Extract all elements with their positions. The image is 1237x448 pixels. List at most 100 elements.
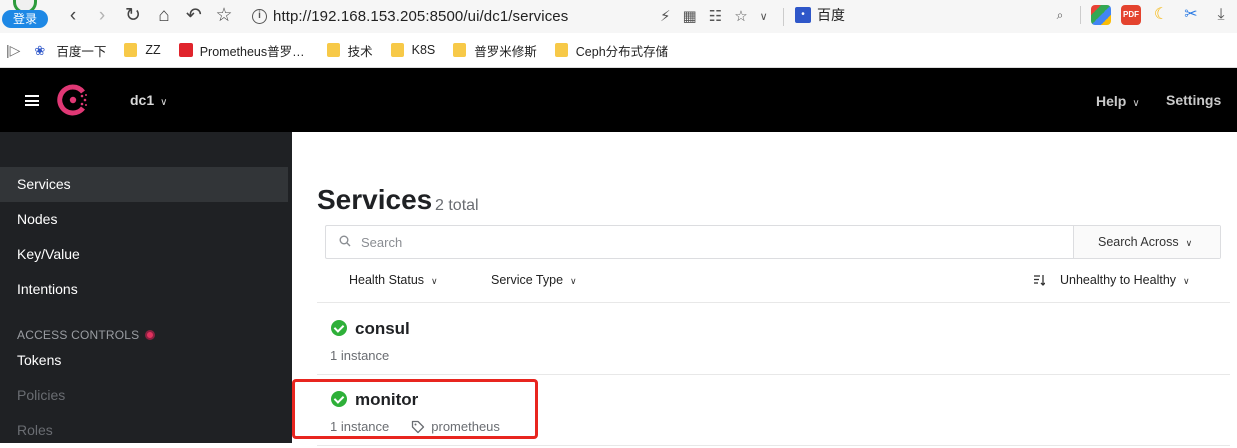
- apps-grid-icon[interactable]: [1091, 5, 1111, 25]
- search-engine-selector[interactable]: • 百度: [795, 5, 845, 25]
- sort-label: Unhealthy to Healthy: [1060, 273, 1177, 287]
- sidebar-item-key-value[interactable]: Key/Value: [0, 237, 288, 272]
- search-bar: Search Across ∨: [325, 225, 1221, 259]
- help-menu[interactable]: Help ∨: [1096, 93, 1140, 109]
- sidebar-item-tokens[interactable]: Tokens: [0, 343, 288, 378]
- folder-icon: [124, 43, 138, 57]
- site-info-icon[interactable]: i: [252, 8, 267, 24]
- filter-label: Service Type: [491, 273, 564, 287]
- chevron-down-icon[interactable]: ∨: [760, 10, 768, 23]
- chevron-down-icon: ∨: [431, 276, 438, 286]
- sidebar-toggle-icon[interactable]: |▷: [6, 42, 20, 59]
- folder-icon: [453, 43, 467, 57]
- passing-check-icon: [331, 391, 347, 407]
- paw-icon: ❀: [34, 42, 46, 58]
- browser-toolbar: 登录 ‹ › ↻ ⌂ ↶ ☆ i http://192.168.153.205:…: [0, 0, 1237, 33]
- help-label: Help: [1096, 93, 1127, 109]
- search-input[interactable]: [326, 226, 1073, 258]
- search-icon: [339, 235, 351, 247]
- chevron-down-icon: ∨: [1185, 238, 1193, 248]
- chevron-down-icon: ∨: [570, 276, 577, 286]
- service-type-filter[interactable]: Service Type ∨: [491, 273, 577, 287]
- health-status-filter[interactable]: Health Status ∨: [349, 273, 438, 287]
- favorite-star-icon[interactable]: ☆: [734, 7, 747, 25]
- bookmark-item[interactable]: ZZ: [124, 43, 161, 57]
- app-header: dc1 ∨ Help ∨ Settings: [0, 68, 1237, 132]
- sidebar: Services Nodes Key/Value Intentions ACCE…: [0, 132, 292, 443]
- service-meta: 1 instance prometheus: [330, 419, 500, 434]
- home-icon[interactable]: ⌂: [153, 5, 175, 27]
- bookmark-label: 普罗米修斯: [474, 44, 537, 59]
- filter-bar: Health Status ∨ Service Type ∨ Unhealthy t…: [317, 259, 1230, 303]
- qr-code-icon[interactable]: ▦: [683, 7, 697, 25]
- instance-count: 1 instance: [330, 348, 390, 363]
- service-name[interactable]: monitor: [355, 390, 418, 410]
- chevron-down-icon: ∨: [1132, 98, 1140, 109]
- divider: [783, 8, 784, 26]
- bookmark-item[interactable]: 普罗米修斯: [453, 41, 537, 60]
- chevron-down-icon: ∨: [1183, 276, 1190, 286]
- service-count: 2 total: [435, 197, 479, 214]
- tag-icon: [412, 420, 425, 433]
- search-icon[interactable]: ⌕: [1050, 5, 1070, 25]
- service-row[interactable]: monitor 1 instance prometheus: [317, 375, 1230, 446]
- service-tag: prometheus: [431, 419, 500, 434]
- bookmark-star-icon[interactable]: ☆: [213, 5, 235, 27]
- search-across-label: Search Across: [1098, 235, 1179, 249]
- baidu-icon: •: [795, 7, 811, 23]
- bookmark-label: 百度一下: [56, 44, 107, 59]
- page-title: Services: [317, 184, 433, 215]
- address-tools: ⚡ ▦ ☷ ☆ ∨: [660, 5, 768, 27]
- bookmarks-bar: |▷ ❀ 百度一下 ZZ Prometheus普罗… 技术 K8S 普罗米修斯 …: [0, 33, 1237, 68]
- service-name[interactable]: consul: [355, 319, 410, 339]
- search-across-dropdown[interactable]: Search Across ∨: [1073, 226, 1220, 258]
- login-label: 登录: [2, 10, 48, 28]
- datacenter-selector[interactable]: dc1 ∨: [130, 92, 167, 108]
- pdf-icon[interactable]: PDF: [1121, 5, 1141, 25]
- undo-icon[interactable]: ↶: [183, 5, 205, 27]
- lightning-icon[interactable]: ⚡: [660, 7, 671, 25]
- menu-icon[interactable]: [25, 95, 39, 106]
- folder-icon: [326, 43, 340, 57]
- section-label: ACCESS CONTROLS: [17, 328, 140, 342]
- passing-check-icon: [331, 320, 347, 336]
- bookmark-item[interactable]: ❀ 百度一下: [34, 41, 106, 60]
- divider: [1080, 6, 1081, 24]
- filter-label: Health Status: [349, 273, 425, 287]
- service-meta: 1 instance: [330, 348, 389, 363]
- bookmark-item[interactable]: 技术: [326, 41, 373, 60]
- download-icon[interactable]: ⤓: [1211, 5, 1231, 25]
- login-badge[interactable]: 登录: [2, 0, 48, 30]
- sidebar-item-intentions[interactable]: Intentions: [0, 272, 288, 307]
- bookmark-item[interactable]: Prometheus普罗…: [178, 41, 305, 60]
- bookmark-label: Ceph分布式存储: [575, 44, 669, 59]
- sort-dropdown[interactable]: Unhealthy to Healthy ∨: [1060, 273, 1190, 287]
- forward-icon[interactable]: ›: [91, 5, 113, 27]
- url-text: http://192.168.153.205:8500/ui/dc1/servi…: [273, 7, 569, 25]
- extension-tools: ⌕ PDF ☾ ✂ ⤓: [1050, 5, 1231, 25]
- scissors-icon[interactable]: ✂: [1181, 5, 1201, 25]
- settings-link[interactable]: Settings: [1166, 92, 1221, 108]
- reload-icon[interactable]: ↻: [122, 5, 144, 27]
- bookmark-label: ZZ: [145, 43, 161, 57]
- bookmark-item[interactable]: Ceph分布式存储: [554, 41, 669, 60]
- sort-icon: [1034, 275, 1045, 286]
- bookmark-label: 技术: [347, 44, 373, 59]
- sidebar-section-access-controls: ACCESS CONTROLS: [17, 328, 156, 342]
- bookmark-label: Prometheus普罗…: [199, 44, 305, 59]
- moon-icon[interactable]: ☾: [1151, 5, 1171, 25]
- prometheus-icon: [178, 43, 193, 57]
- back-icon[interactable]: ‹: [62, 5, 84, 27]
- folder-icon: [554, 43, 568, 57]
- bookmark-item[interactable]: K8S: [390, 43, 436, 57]
- chevron-down-icon: ∨: [160, 97, 168, 108]
- translate-icon[interactable]: ☷: [709, 7, 722, 25]
- folder-icon: [390, 43, 404, 57]
- sidebar-item-policies: Policies: [17, 387, 66, 403]
- sidebar-item-services[interactable]: Services: [0, 167, 288, 202]
- service-row[interactable]: consul 1 instance: [317, 304, 1230, 375]
- bookmark-label: K8S: [411, 43, 436, 57]
- main-content: Services 2 total Search Across ∨ Health S…: [292, 132, 1237, 446]
- sidebar-item-nodes[interactable]: Nodes: [0, 202, 288, 237]
- consul-logo-icon[interactable]: [56, 83, 90, 117]
